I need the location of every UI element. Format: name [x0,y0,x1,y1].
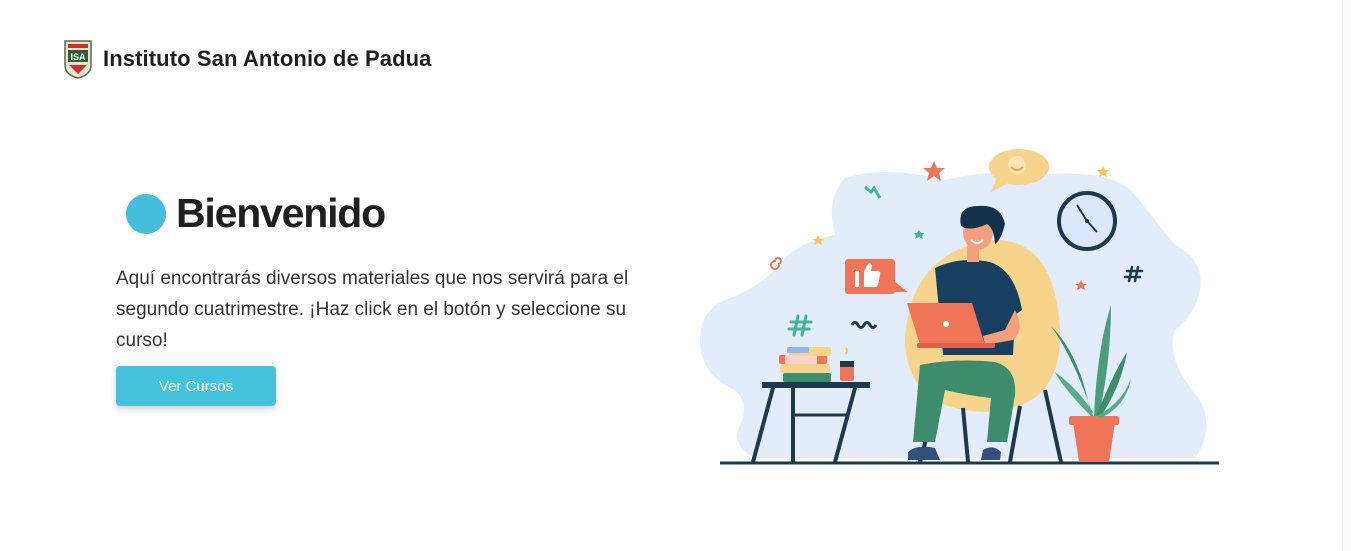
title-row: Bienvenido [126,190,676,237]
scrollbar[interactable] [1342,0,1351,551]
navbar: ISA Instituto San Antonio de Padua [62,38,432,80]
logo-text: ISA [70,52,86,62]
hero-illustration [700,149,1219,465]
title-dot-icon [126,193,166,234]
view-courses-button[interactable]: Ver Cursos [116,366,276,406]
page-title: Bienvenido [176,190,386,236]
brand-name[interactable]: Instituto San Antonio de Padua [103,46,432,72]
clock-icon [1057,191,1117,251]
hero-section: Bienvenido Aquí encontrarás diversos mat… [116,190,676,406]
school-logo[interactable]: ISA [62,39,94,79]
hero-description: Aquí encontrarás diversos materiales que… [116,268,629,351]
